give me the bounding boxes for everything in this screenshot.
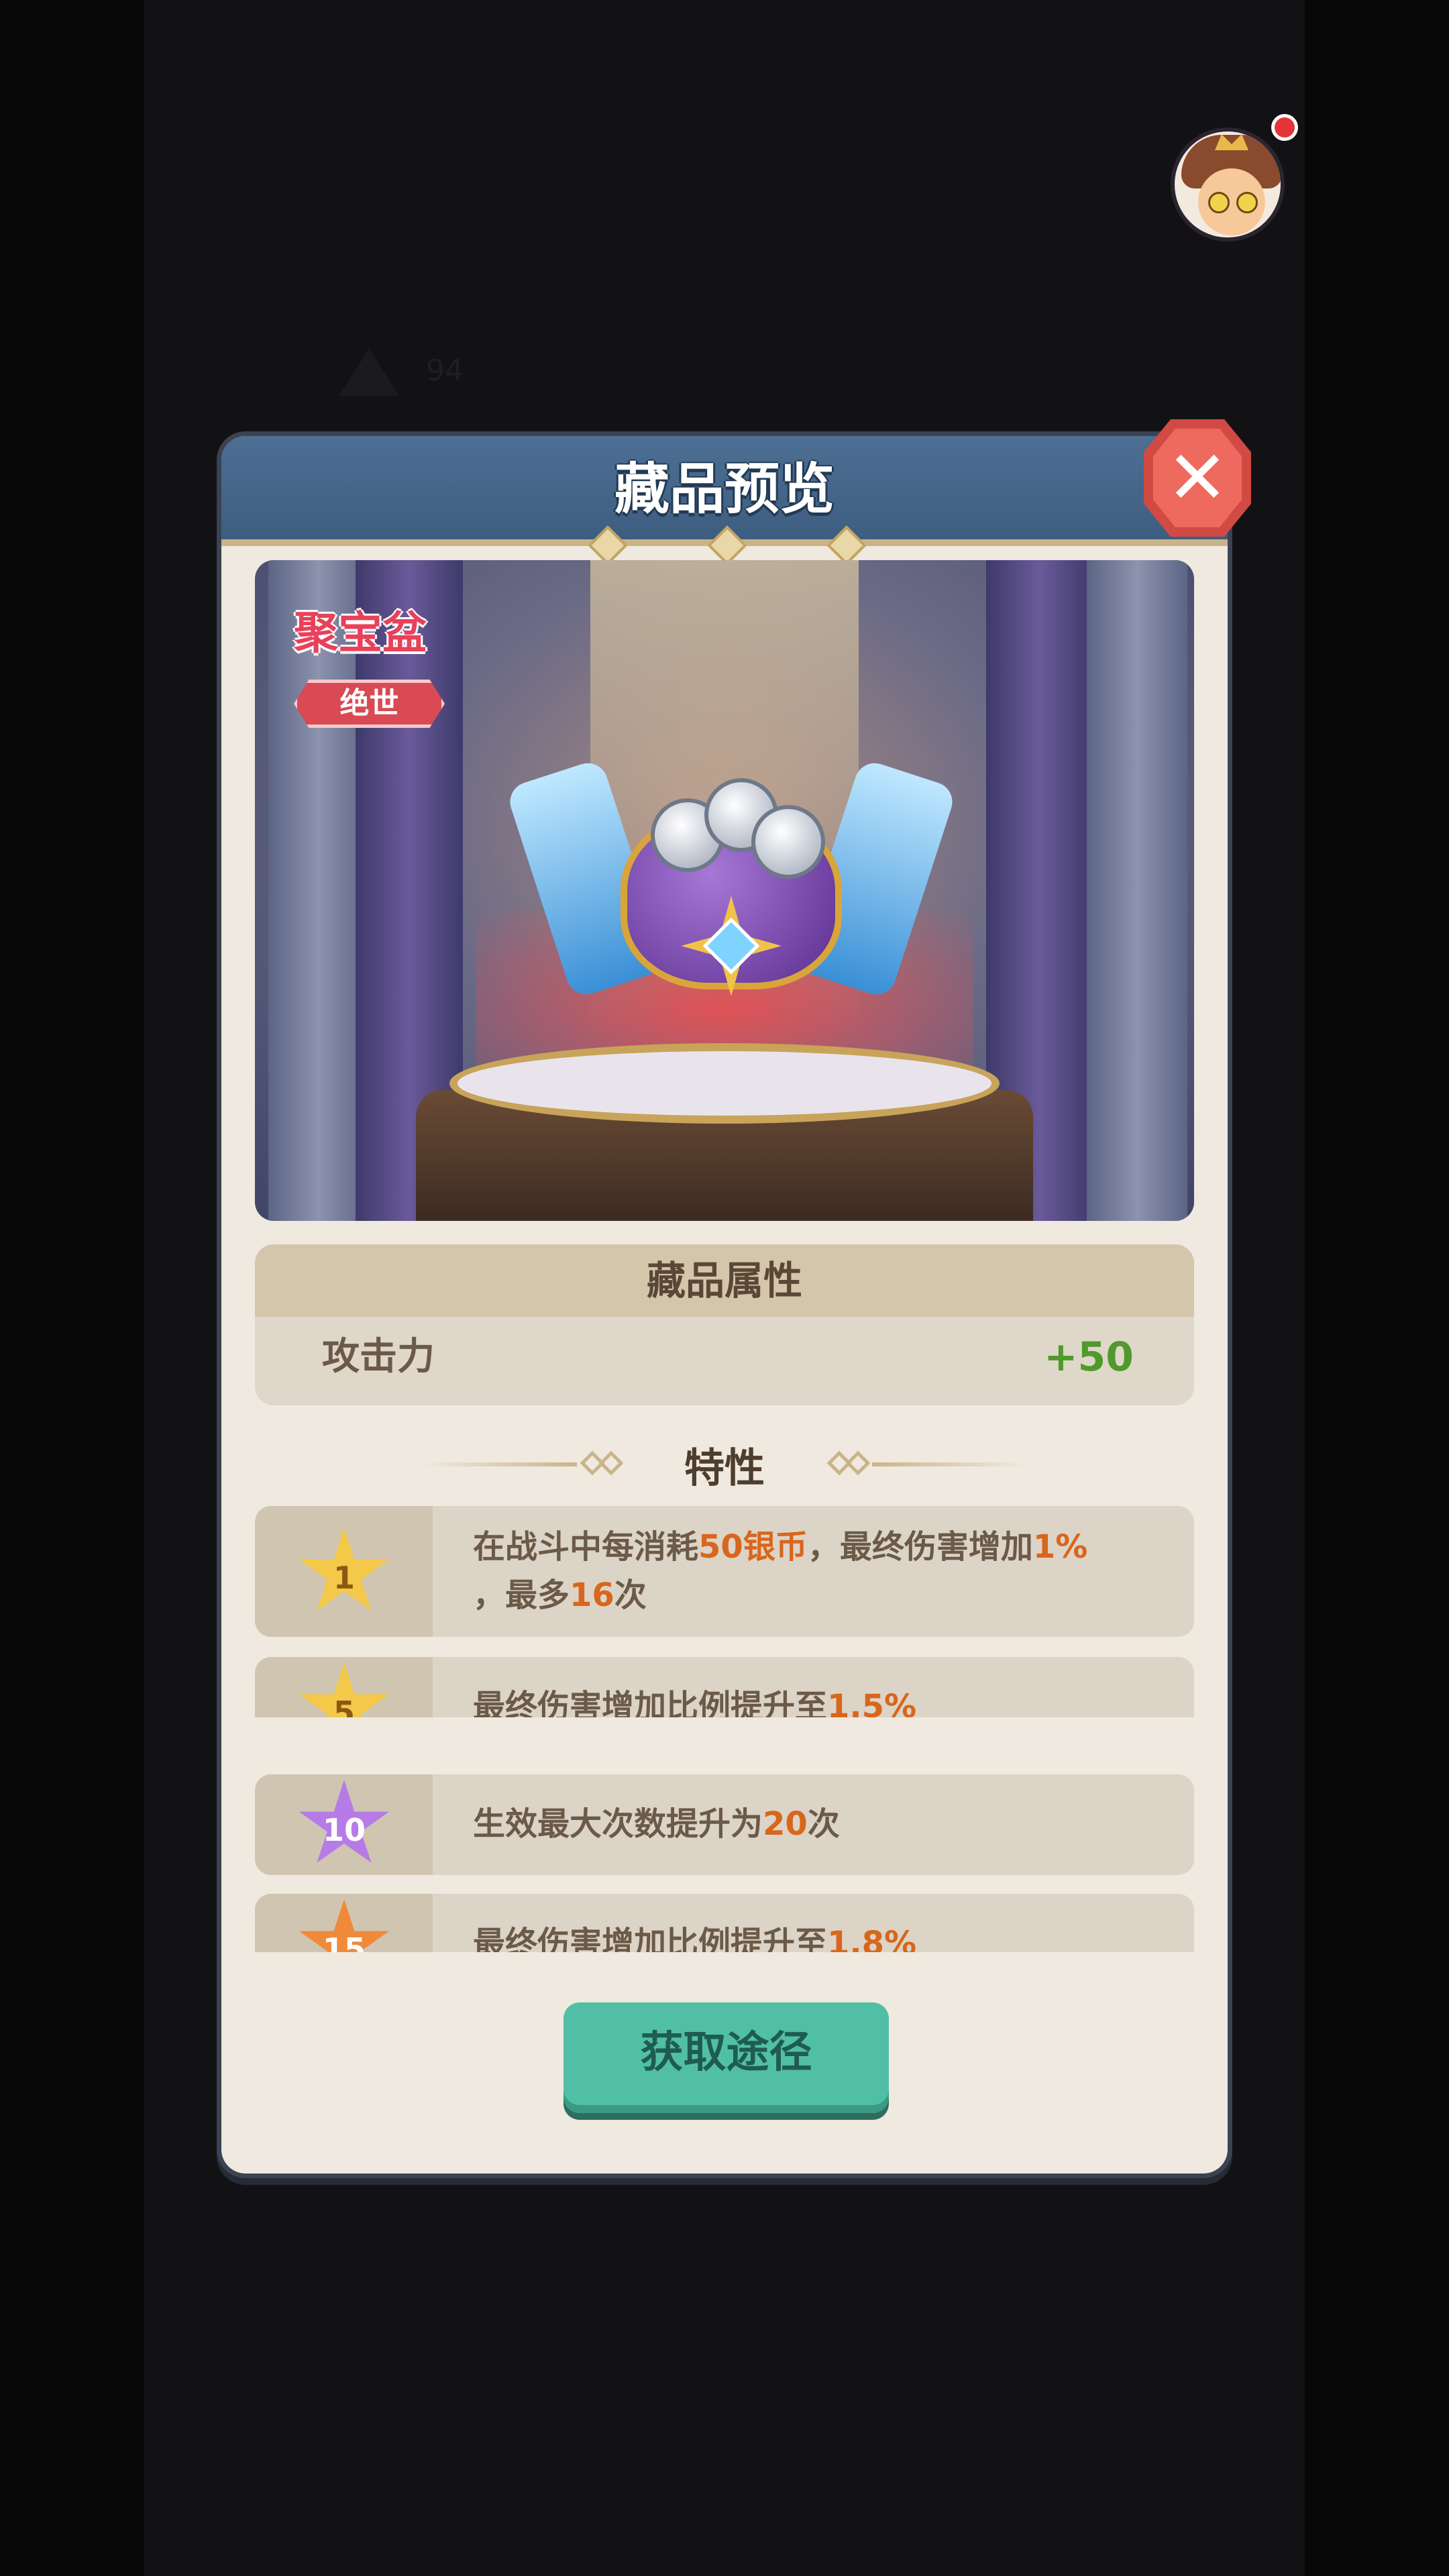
trait-level: 5 (333, 1695, 355, 1717)
trait-text: 最终伤害增加比例提升至1.5% (473, 1688, 917, 1717)
obtain-method-button[interactable]: 获取途径 (564, 2002, 889, 2113)
attribute-label: 攻击力 (322, 1335, 435, 1379)
trait-row: 10 生效最大次数提升为20次 (255, 1774, 1194, 1875)
traits-list[interactable]: 1 在战斗中每消耗50银币，最终伤害增加1% ，最多16次 5 最终伤害增加比例… (255, 1506, 1194, 1717)
player-avatar[interactable] (1171, 127, 1285, 241)
notification-dot (1271, 114, 1298, 141)
background-stat: 94 (339, 349, 464, 396)
close-button[interactable]: ✕ (1144, 419, 1251, 537)
trait-text: 最终伤害增加比例提升至1.8% (473, 1925, 917, 1952)
trait-text: 在战斗中每消耗50银币，最终伤害增加1% (473, 1528, 1088, 1566)
traits-list-continued[interactable]: 10 生效最大次数提升为20次 15 最终伤害增加比例提升至1.8% (255, 1774, 1194, 1952)
background-triangle-icon (339, 349, 399, 396)
attributes-panel: 藏品属性 攻击力 +50 (255, 1244, 1194, 1405)
item-name: 聚宝盆 (294, 607, 427, 659)
traits-title: 特性 (684, 1445, 765, 1492)
trait-text-line2: ，最多16次 (473, 1576, 647, 1614)
trait-row: 15 最终伤害增加比例提升至1.8% (255, 1894, 1194, 1952)
trait-level: 15 (322, 1931, 366, 1952)
close-icon: ✕ (1166, 435, 1229, 521)
trait-text: 生效最大次数提升为20次 (473, 1805, 840, 1843)
rarity-badge: 绝世 (294, 680, 445, 728)
trait-level: 10 (322, 1812, 366, 1848)
attributes-header: 藏品属性 (255, 1244, 1194, 1317)
attribute-row: 攻击力 +50 (255, 1317, 1194, 1405)
attribute-value: +50 (1044, 1334, 1134, 1381)
trait-row: 5 最终伤害增加比例提升至1.5% (255, 1657, 1194, 1717)
trait-level: 1 (333, 1560, 355, 1596)
trait-row: 1 在战斗中每消耗50银币，最终伤害增加1% ，最多16次 (255, 1506, 1194, 1637)
divider-line (872, 1462, 1026, 1466)
